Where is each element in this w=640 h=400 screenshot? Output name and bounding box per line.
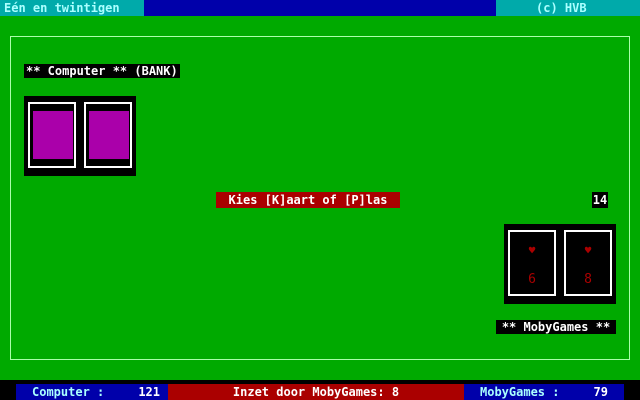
title-bar: Eén en twintigen [0, 0, 144, 16]
action-prompt[interactable]: Kies [K]aart of [P]las [216, 192, 400, 208]
computer-score-value: 121 [138, 385, 160, 399]
copyright-text: (c) HVB [536, 1, 587, 15]
bank-label: ** Computer ** (BANK) [24, 64, 180, 78]
bank-card-tray [24, 96, 136, 176]
computer-score-panel: Computer : 121 [16, 384, 168, 400]
card-back-pattern [33, 111, 73, 159]
bank-card-back-1 [28, 102, 76, 168]
player-score-label: MobyGames : [480, 385, 560, 399]
player-card-2[interactable]: ♥ 8 [564, 230, 612, 296]
player-score-panel: MobyGames : 79 [464, 384, 624, 400]
player-card-tray: ♥ 6 ♥ 8 [504, 224, 616, 304]
bank-card-back-2 [84, 102, 132, 168]
card-value: 6 [528, 272, 536, 287]
computer-score-label: Computer : [32, 385, 105, 399]
player-score-value: 79 [593, 385, 608, 399]
heart-icon: ♥ [528, 244, 536, 257]
card-back-pattern [89, 111, 129, 159]
bet-text: Inzet door MobyGames: 8 [232, 385, 400, 399]
game-title: Eén en twintigen [4, 1, 120, 15]
heart-icon: ♥ [584, 244, 592, 257]
player-label: ** MobyGames ** [496, 320, 616, 334]
player-card-1[interactable]: ♥ 6 [508, 230, 556, 296]
header-spacer [144, 0, 496, 16]
card-value: 8 [584, 272, 592, 287]
bet-panel: Inzet door MobyGames: 8 [168, 384, 464, 400]
player-hand-total: 14 [592, 192, 608, 208]
copyright-bar: (c) HVB [496, 0, 640, 16]
